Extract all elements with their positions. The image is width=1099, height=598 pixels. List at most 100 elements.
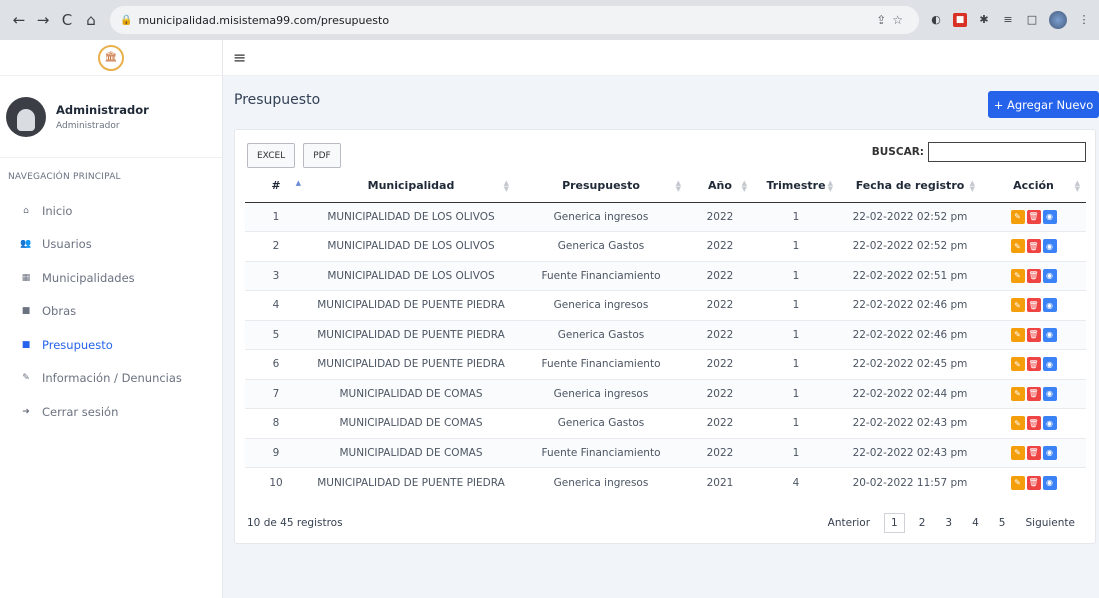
side-panel-icon[interactable]: □ — [1025, 13, 1039, 27]
column-header-fecha[interactable]: Fecha de registro ▲ ▼ — [839, 170, 981, 203]
delete-icon[interactable]: 🗑 — [1026, 209, 1041, 224]
extension-icon[interactable]: ◐ — [929, 13, 943, 27]
extension-red-icon[interactable]: ■ — [953, 13, 967, 27]
edit-icon[interactable]: ✎ — [1010, 298, 1025, 313]
cell-fecha: 20-02-2022 11:57 pm — [839, 467, 981, 497]
page-button-2[interactable]: 2 — [909, 517, 936, 529]
sidebar-item-obras[interactable]: ■ Obras — [0, 295, 222, 329]
address-bar[interactable]: 🔒 municipalidad.misistema99.com/presupue… — [110, 6, 919, 34]
delete-icon[interactable]: 🗑 — [1026, 357, 1041, 372]
view-icon[interactable]: ◉ — [1042, 386, 1057, 401]
pagination: Anterior 1 2 3 4 5 Siguiente — [818, 513, 1085, 533]
cell-anio: 2022 — [687, 290, 753, 320]
sort-icon: ▲ ▼ — [675, 179, 681, 193]
prev-page-button[interactable]: Anterior — [818, 517, 880, 529]
edit-icon[interactable]: ✎ — [1010, 268, 1025, 283]
sort-asc-icon: ▲ — [295, 179, 301, 187]
back-icon[interactable]: ← — [8, 9, 30, 31]
delete-icon[interactable]: 🗑 — [1026, 386, 1041, 401]
view-icon[interactable]: ◉ — [1042, 416, 1057, 431]
cell-anio: 2022 — [687, 260, 753, 291]
column-header-presupuesto[interactable]: Presupuesto ▲ ▼ — [515, 170, 687, 203]
cell-presupuesto: Fuente Financiamiento — [515, 349, 687, 379]
logo[interactable]: 🏛 — [98, 44, 124, 71]
delete-icon[interactable]: 🗑 — [1026, 298, 1041, 313]
view-icon[interactable]: ◉ — [1042, 298, 1057, 313]
column-header-trimestre[interactable]: Trimestre ▲ ▼ — [753, 170, 839, 203]
view-icon[interactable]: ◉ — [1042, 445, 1057, 460]
edit-icon[interactable]: ✎ — [1010, 209, 1025, 224]
share-bookmark-icons[interactable]: ⇪☆ — [876, 13, 909, 27]
cell-actions: ✎ 🗑 ◉ — [981, 231, 1086, 261]
delete-icon[interactable]: 🗑 — [1026, 268, 1041, 283]
delete-icon[interactable]: 🗑 — [1026, 416, 1041, 431]
view-icon[interactable]: ◉ — [1042, 268, 1057, 283]
delete-icon[interactable]: 🗑 — [1026, 239, 1041, 254]
cell-fecha: 22-02-2022 02:46 pm — [839, 319, 981, 350]
cell-number: 5 — [245, 319, 307, 350]
sidebar-item-presupuesto[interactable]: ■ Presupuesto — [0, 328, 222, 362]
page-button-4[interactable]: 4 — [962, 517, 989, 529]
edit-icon[interactable]: ✎ — [1010, 357, 1025, 372]
home-icon[interactable]: ⌂ — [80, 9, 102, 31]
view-icon[interactable]: ◉ — [1042, 239, 1057, 254]
cell-municipalidad: MUNICIPALIDAD DE LOS OLIVOS — [307, 201, 515, 232]
sidebar-item-informacion[interactable]: ✎ Información / Denuncias — [0, 362, 222, 396]
edit-icon[interactable]: ✎ — [1010, 445, 1025, 460]
page-button-1[interactable]: 1 — [884, 513, 905, 533]
delete-icon[interactable]: 🗑 — [1026, 445, 1041, 460]
sidebar-menu: ⌂ Inicio 👥 Usuarios ▦ Municipalidades ■ Obra… — [0, 194, 222, 429]
users-icon: 👥 — [20, 239, 32, 250]
cell-trimestre: 1 — [753, 290, 839, 320]
view-icon[interactable]: ◉ — [1042, 475, 1057, 490]
next-page-button[interactable]: Siguiente — [1015, 517, 1085, 529]
kebab-menu-icon[interactable]: ⋮ — [1077, 13, 1091, 27]
edit-icon[interactable]: ✎ — [1010, 327, 1025, 342]
cell-fecha: 22-02-2022 02:44 pm — [839, 378, 981, 409]
pdf-button[interactable]: PDF — [303, 143, 341, 168]
sidebar-item-label: Inicio — [42, 203, 73, 218]
page-button-3[interactable]: 3 — [935, 517, 962, 529]
hamburger-menu-icon[interactable]: ≡ — [233, 48, 246, 67]
column-header-anio[interactable]: Año ▲ ▼ — [687, 170, 753, 203]
sidebar-item-municipalidades[interactable]: ▦ Municipalidades — [0, 261, 222, 295]
view-icon[interactable]: ◉ — [1042, 209, 1057, 224]
extensions-puzzle-icon[interactable]: ✱ — [977, 13, 991, 27]
edit-icon[interactable]: ✎ — [1010, 386, 1025, 401]
reading-list-icon[interactable]: ≡ — [1001, 13, 1015, 27]
delete-icon[interactable]: 🗑 — [1026, 327, 1041, 342]
cell-presupuesto: Generica ingresos — [515, 201, 687, 232]
cell-actions: ✎ 🗑 ◉ — [981, 467, 1086, 497]
edit-icon[interactable]: ✎ — [1010, 475, 1025, 490]
reload-icon[interactable]: C — [56, 9, 78, 31]
add-new-button[interactable]: + Agregar Nuevo — [988, 91, 1099, 118]
column-header-municipalidad[interactable]: Municipalidad ▲ ▼ — [307, 170, 515, 203]
cell-anio: 2022 — [687, 231, 753, 261]
cell-trimestre: 1 — [753, 378, 839, 409]
cell-trimestre: 4 — [753, 467, 839, 497]
forward-icon[interactable]: → — [32, 9, 54, 31]
page-button-5[interactable]: 5 — [989, 517, 1016, 529]
sidebar-item-cerrar-sesion[interactable]: ➜ Cerrar sesión — [0, 395, 222, 429]
edit-icon[interactable]: ✎ — [1010, 416, 1025, 431]
column-header-accion[interactable]: Acción ▲ ▼ — [981, 170, 1086, 203]
view-icon[interactable]: ◉ — [1042, 327, 1057, 342]
cell-trimestre: 1 — [753, 231, 839, 261]
sidebar-item-inicio[interactable]: ⌂ Inicio — [0, 194, 222, 228]
bookmark-icon: ■ — [21, 306, 31, 317]
excel-button[interactable]: EXCEL — [247, 143, 296, 168]
table-row: 3 MUNICIPALIDAD DE LOS OLIVOS Fuente Finan… — [245, 260, 1086, 291]
profile-avatar[interactable] — [1049, 11, 1067, 29]
cell-municipalidad: MUNICIPALIDAD DE LOS OLIVOS — [307, 260, 515, 291]
search-input[interactable] — [928, 142, 1086, 162]
delete-icon[interactable]: 🗑 — [1026, 475, 1041, 490]
cell-fecha: 22-02-2022 02:45 pm — [839, 349, 981, 379]
cell-number: 9 — [245, 437, 307, 468]
sidebar-item-usuarios[interactable]: 👥 Usuarios — [0, 228, 222, 262]
cell-trimestre: 1 — [753, 349, 839, 379]
edit-icon[interactable]: ✎ — [1010, 239, 1025, 254]
cell-trimestre: 1 — [753, 260, 839, 291]
home-icon: ⌂ — [23, 205, 29, 216]
column-header-number[interactable]: # ▲ — [245, 170, 307, 203]
view-icon[interactable]: ◉ — [1042, 357, 1057, 372]
